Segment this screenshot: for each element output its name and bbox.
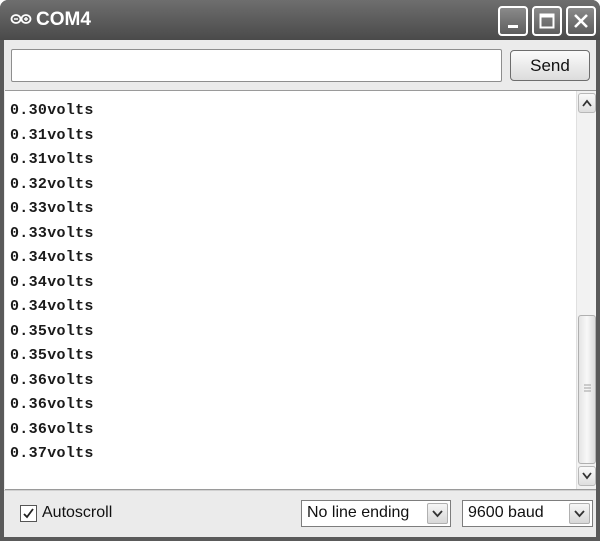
output-line: 0.33volts <box>10 224 94 242</box>
title-bar[interactable]: COM4 <box>0 0 600 40</box>
line-ending-select[interactable]: No line ending <box>301 500 451 527</box>
footer-divider <box>4 490 596 491</box>
output-line: 0.34volts <box>10 249 94 266</box>
output-line: 0.34volts <box>10 298 94 315</box>
autoscroll-label[interactable]: Autoscroll <box>42 504 112 522</box>
output-line: 0.34volts <box>10 273 94 291</box>
checkmark-icon <box>23 508 34 519</box>
grip-icon <box>584 384 591 392</box>
close-icon <box>574 14 588 28</box>
scrollbar-thumb[interactable] <box>578 315 596 464</box>
output-line: 0.36volts <box>10 396 94 413</box>
scroll-up-button[interactable] <box>578 93 596 113</box>
window-client-area: Send 0.30volts 0.31volts 0.31volts 0.32v… <box>4 40 596 537</box>
baud-rate-select[interactable]: 9600 baud <box>462 500 593 527</box>
scroll-down-button[interactable] <box>578 466 596 486</box>
minimize-button[interactable] <box>498 6 528 36</box>
close-button[interactable] <box>566 6 596 36</box>
maximize-button[interactable] <box>532 6 562 36</box>
chevron-down-icon <box>432 510 443 518</box>
output-line: 0.32volts <box>10 175 94 193</box>
output-line: 0.31volts <box>10 151 94 168</box>
output-line: 0.30volts <box>10 102 94 119</box>
serial-monitor-window: COM4 Send 0.30volts 0.31volts 0.31volts … <box>0 0 600 541</box>
output-line: 0.31volts <box>10 126 94 144</box>
output-line: 0.35volts <box>10 322 94 340</box>
minimize-icon <box>508 25 518 28</box>
line-ending-value: No line ending <box>307 504 410 521</box>
baud-rate-value: 9600 baud <box>468 504 544 521</box>
output-line: 0.36volts <box>10 420 94 438</box>
arduino-infinity-icon <box>10 14 32 24</box>
window-title: COM4 <box>36 9 91 30</box>
baud-rate-dropdown-button[interactable] <box>569 503 590 524</box>
vertical-scrollbar[interactable] <box>576 91 596 489</box>
maximize-icon <box>539 13 555 29</box>
chevron-down-icon <box>574 510 585 518</box>
chevron-up-icon <box>582 99 592 107</box>
serial-output-lines: 0.30volts 0.31volts 0.31volts 0.32volts … <box>10 99 570 467</box>
output-line: 0.36volts <box>10 371 94 389</box>
output-line: 0.33volts <box>10 200 94 217</box>
chevron-down-icon <box>582 472 592 480</box>
autoscroll-checkbox[interactable] <box>20 505 37 522</box>
serial-send-input[interactable] <box>11 49 502 82</box>
send-button[interactable]: Send <box>510 50 590 81</box>
line-ending-dropdown-button[interactable] <box>427 503 448 524</box>
output-line: 0.37volts <box>10 445 94 462</box>
serial-output-area[interactable]: 0.30volts 0.31volts 0.31volts 0.32volts … <box>5 90 596 490</box>
output-line: 0.35volts <box>10 347 94 364</box>
